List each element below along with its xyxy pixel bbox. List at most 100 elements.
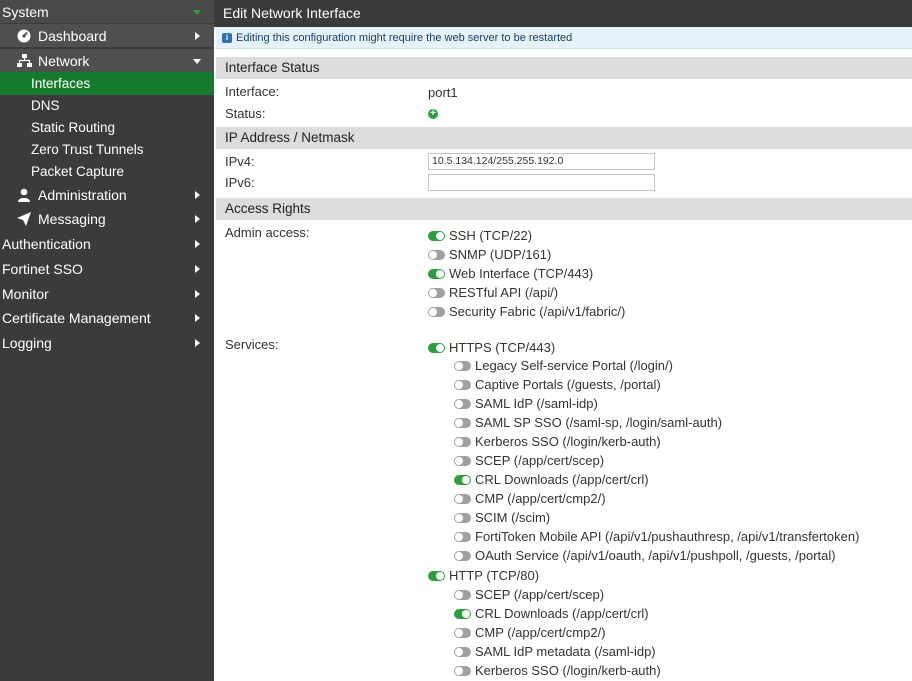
toggle-option[interactable]: CRL Downloads (/app/cert/crl) — [454, 606, 649, 621]
toggle-option[interactable]: Security Fabric (/api/v1/fabric/) — [428, 304, 625, 319]
toggle-off-icon[interactable] — [428, 249, 445, 260]
toggle-option[interactable]: Kerberos SSO (/login/kerb-auth) — [454, 663, 661, 678]
toggle-label: SAML SP SSO (/saml-sp, /login/saml-auth) — [475, 415, 723, 430]
sidebar-subitem-zero-trust-tunnels[interactable]: Zero Trust Tunnels — [0, 138, 214, 161]
toggle-label: CRL Downloads (/app/cert/crl) — [475, 606, 649, 621]
toggle-off-icon[interactable] — [454, 455, 471, 466]
sidebar-subitem-label: Interfaces — [31, 76, 91, 91]
toggle-option[interactable]: HTTP (TCP/80) — [428, 568, 539, 583]
toggle-option[interactable]: Captive Portals (/guests, /portal) — [454, 377, 661, 392]
toggle-option[interactable]: CMP (/app/cert/cmp2/) — [454, 625, 606, 640]
restart-notice: i Editing this configuration might requi… — [216, 27, 912, 49]
dashboard-icon — [16, 28, 32, 44]
sidebar-item-certificate-management[interactable]: Certificate Management — [0, 306, 214, 329]
toggle-option[interactable]: CRL Downloads (/app/cert/crl) — [454, 472, 649, 487]
admin-access-label: Admin access: — [225, 225, 310, 240]
toggle-on-icon[interactable] — [428, 230, 445, 241]
chevron-right-icon — [195, 31, 200, 40]
sidebar-item-authentication[interactable]: Authentication — [0, 232, 214, 255]
toggle-label: SAML IdP metadata (/saml-idp) — [475, 644, 656, 659]
network-icon — [16, 53, 32, 69]
toggle-option[interactable]: HTTPS (TCP/443) — [428, 340, 555, 355]
toggle-off-icon[interactable] — [454, 646, 471, 657]
toggle-off-icon[interactable] — [454, 360, 471, 371]
interface-label: Interface: — [225, 84, 280, 99]
toggle-off-icon[interactable] — [454, 417, 471, 428]
toggle-off-icon[interactable] — [428, 306, 445, 317]
sidebar-subitem-label: DNS — [31, 98, 60, 113]
toggle-label: SAML IdP (/saml-idp) — [475, 396, 598, 411]
sidebar-item-label: Administration — [38, 186, 127, 203]
toggle-option[interactable]: Kerberos SSO (/login/kerb-auth) — [454, 434, 661, 449]
toggle-off-icon[interactable] — [454, 627, 471, 638]
toggle-off-icon[interactable] — [454, 398, 471, 409]
sidebar-subitem-dns[interactable]: DNS — [0, 94, 214, 117]
sidebar-item-dashboard[interactable]: Dashboard — [0, 24, 214, 47]
sidebar-item-logging[interactable]: Logging — [0, 331, 214, 354]
toggle-label: RESTful API (/api/) — [449, 285, 559, 300]
toggle-option[interactable]: SNMP (UDP/161) — [428, 247, 551, 262]
page-title: Edit Network Interface — [214, 0, 912, 27]
toggle-off-icon[interactable] — [454, 379, 471, 390]
sidebar-item-fortinet-sso[interactable]: Fortinet SSO — [0, 257, 214, 280]
toggle-on-icon[interactable] — [454, 474, 471, 485]
toggle-option[interactable]: SAML IdP (/saml-idp) — [454, 396, 598, 411]
section-interface-status: Interface Status — [216, 57, 912, 79]
toggle-on-icon[interactable] — [428, 268, 445, 279]
sidebar-item-label: Authentication — [2, 235, 91, 252]
sidebar-item-label: Logging — [2, 334, 52, 351]
chevron-right-icon — [195, 264, 200, 273]
chevron-down-icon — [193, 9, 201, 15]
toggle-on-icon[interactable] — [454, 608, 471, 619]
toggle-off-icon[interactable] — [428, 287, 445, 298]
sidebar-subitem-static-routing[interactable]: Static Routing — [0, 116, 214, 139]
toggle-option[interactable]: SSH (TCP/22) — [428, 228, 532, 243]
toggle-on-icon[interactable] — [428, 342, 445, 353]
toggle-option[interactable]: Web Interface (TCP/443) — [428, 266, 593, 281]
toggle-option[interactable]: SAML SP SSO (/saml-sp, /login/saml-auth) — [454, 415, 722, 430]
toggle-option[interactable]: RESTful API (/api/) — [428, 285, 558, 300]
sidebar-subitem-interfaces[interactable]: Interfaces — [0, 72, 214, 95]
toggle-option[interactable]: SCEP (/app/cert/scep) — [454, 453, 604, 468]
info-icon: i — [222, 33, 232, 43]
toggle-off-icon[interactable] — [454, 493, 471, 504]
toggle-off-icon[interactable] — [454, 589, 471, 600]
toggle-label: Legacy Self-service Portal (/login/) — [475, 358, 673, 373]
sidebar-item-monitor[interactable]: Monitor — [0, 282, 214, 305]
sidebar-item-messaging[interactable]: Messaging — [0, 207, 214, 230]
toggle-option[interactable]: FortiToken Mobile API (/api/v1/pushauthr… — [454, 529, 859, 544]
toggle-off-icon[interactable] — [454, 512, 471, 523]
toggle-off-icon[interactable] — [454, 531, 471, 542]
toggle-option[interactable]: Legacy Self-service Portal (/login/) — [454, 358, 673, 373]
toggle-label: Kerberos SSO (/login/kerb-auth) — [475, 434, 661, 449]
toggle-label: Security Fabric (/api/v1/fabric/) — [449, 304, 626, 319]
ipv6-input[interactable] — [428, 174, 655, 191]
ipv4-input[interactable]: 10.5.134.124/255.255.192.0 — [428, 153, 655, 170]
toggle-option[interactable]: CMP (/app/cert/cmp2/) — [454, 491, 606, 506]
chevron-right-icon — [195, 239, 200, 248]
toggle-off-icon[interactable] — [454, 665, 471, 676]
toggle-off-icon[interactable] — [454, 436, 471, 447]
sidebar-subitem-label: Static Routing — [31, 120, 116, 135]
toggle-option[interactable]: SCIM (/scim) — [454, 510, 550, 525]
sidebar-item-administration[interactable]: Administration — [0, 183, 214, 206]
sidebar-item-network[interactable]: Network — [0, 49, 214, 72]
sidebar-item-label: Dashboard — [38, 27, 107, 44]
sidebar-section-system[interactable]: System — [0, 0, 214, 23]
sidebar-item-label: Certificate Management — [2, 309, 151, 326]
toggle-label: CMP (/app/cert/cmp2/) — [475, 625, 606, 640]
sidebar-subitem-packet-capture[interactable]: Packet Capture — [0, 160, 214, 183]
section-ip-address: IP Address / Netmask — [216, 127, 912, 149]
toggle-option[interactable]: SAML IdP metadata (/saml-idp) — [454, 644, 656, 659]
sidebar-system-label: System — [2, 3, 49, 20]
toggle-option[interactable]: OAuth Service (/api/v1/oauth, /api/v1/pu… — [454, 548, 836, 563]
toggle-option[interactable]: SCEP (/app/cert/scep) — [454, 587, 604, 602]
toggle-label: FortiToken Mobile API (/api/v1/pushauthr… — [475, 529, 860, 544]
services-label: Services: — [225, 337, 279, 352]
toggle-label: SCIM (/scim) — [475, 510, 551, 525]
paper-plane-icon — [16, 211, 32, 227]
user-icon — [16, 187, 32, 203]
toggle-off-icon[interactable] — [454, 550, 471, 561]
sidebar: System Dashboard Network Interfaces DNS … — [0, 0, 214, 681]
toggle-on-icon[interactable] — [428, 570, 445, 581]
